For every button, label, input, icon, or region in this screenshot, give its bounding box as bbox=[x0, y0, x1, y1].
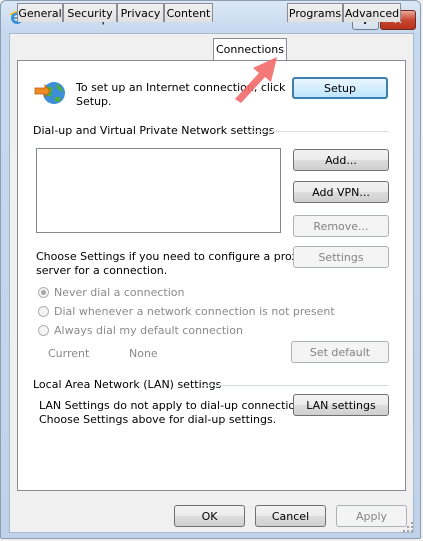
lan-description: LAN Settings do not apply to dial-up con… bbox=[39, 399, 312, 426]
tab-content[interactable]: Content bbox=[164, 3, 213, 22]
setup-button[interactable]: Setup bbox=[292, 77, 388, 99]
connections-listbox[interactable] bbox=[36, 148, 281, 233]
radio-always-dial[interactable]: Always dial my default connection bbox=[38, 324, 243, 337]
annotation-arrow-icon bbox=[235, 57, 277, 103]
lan-settings-button[interactable]: LAN settings bbox=[293, 394, 389, 416]
lan-group-label: Local Area Network (LAN) settings bbox=[33, 378, 222, 391]
remove-button[interactable]: Remove... bbox=[293, 215, 389, 237]
dialup-group-divider bbox=[247, 131, 389, 132]
add-button[interactable]: Add... bbox=[293, 149, 389, 171]
set-default-button[interactable]: Set default bbox=[291, 341, 389, 363]
resize-grip-icon[interactable] bbox=[402, 521, 414, 533]
tab-advanced[interactable]: Advanced bbox=[343, 3, 401, 22]
current-value: None bbox=[129, 347, 158, 360]
radio-never-dial-indicator[interactable] bbox=[38, 287, 49, 298]
tab-privacy[interactable]: Privacy bbox=[117, 3, 164, 22]
dialup-group-label: Dial-up and Virtual Private Network sett… bbox=[33, 124, 275, 137]
proxy-instructions: Choose Settings if you need to configure… bbox=[36, 250, 305, 277]
radio-dial-whenever-indicator[interactable] bbox=[38, 306, 49, 317]
cancel-button[interactable]: Cancel bbox=[255, 505, 326, 527]
tab-security[interactable]: Security bbox=[63, 3, 117, 22]
settings-button[interactable]: Settings bbox=[293, 246, 389, 268]
radio-never-dial[interactable]: Never dial a connection bbox=[38, 286, 184, 299]
tab-programs[interactable]: Programs bbox=[287, 3, 343, 22]
radio-always-dial-indicator[interactable] bbox=[38, 325, 49, 336]
current-label: Current bbox=[48, 347, 90, 360]
globe-network-icon bbox=[34, 82, 65, 104]
lan-group-divider bbox=[202, 385, 389, 386]
tab-general[interactable]: General bbox=[17, 3, 63, 22]
radio-dial-whenever[interactable]: Dial whenever a network connection is no… bbox=[38, 305, 335, 318]
internet-properties-window: Internet Properties ? ✕ General Security… bbox=[0, 0, 421, 539]
add-vpn-button[interactable]: Add VPN... bbox=[293, 181, 389, 203]
apply-button[interactable]: Apply bbox=[336, 505, 407, 527]
ok-button[interactable]: OK bbox=[174, 505, 245, 527]
